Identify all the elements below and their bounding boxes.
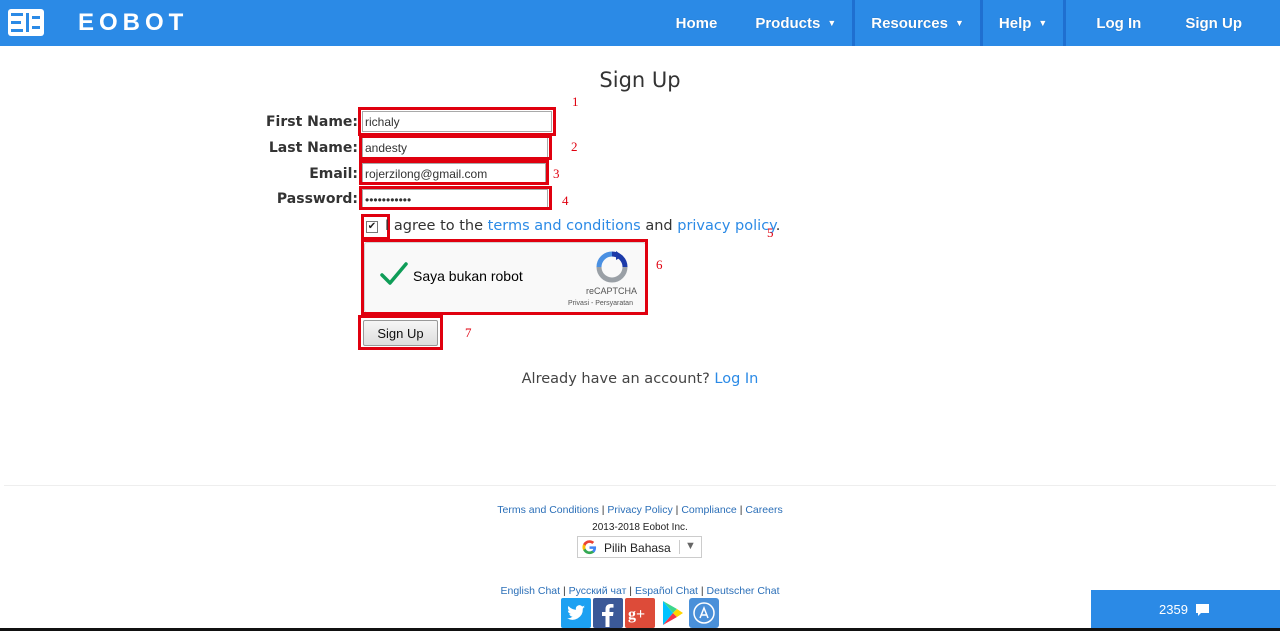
nav-home[interactable]: Home	[660, 0, 740, 46]
google-icon	[582, 540, 597, 555]
annotation-number-7: 7	[465, 325, 472, 340]
recaptcha-brand: reCAPTCHA	[586, 286, 638, 296]
caret-down-icon: ▼	[1038, 18, 1048, 28]
nav-signup-label: Sign Up	[1185, 14, 1242, 32]
nav-help[interactable]: Help ▼	[983, 0, 1063, 46]
nav-home-label: Home	[675, 14, 718, 32]
footer-links: Terms and Conditions | Privacy Policy | …	[497, 504, 783, 516]
nav-resources[interactable]: Resources ▼	[855, 0, 980, 46]
russian-chat-link[interactable]: Русский чат	[569, 585, 627, 597]
signup-submit-button[interactable]: Sign Up	[363, 320, 438, 346]
annotation-number-5: 5	[767, 225, 774, 240]
annotation-number-6: 6	[656, 257, 663, 272]
footer-divider	[4, 485, 1276, 486]
caret-down-icon: ▼	[827, 18, 837, 28]
agree-prefix: I agree to the	[385, 218, 484, 234]
login-link[interactable]: Log In	[714, 371, 758, 387]
footer-compliance-link[interactable]: Compliance	[681, 504, 736, 516]
password-label: Password:	[276, 191, 358, 207]
language-separator	[679, 540, 680, 554]
privacy-link[interactable]: privacy policy	[677, 218, 775, 234]
checkmark-icon	[380, 262, 408, 285]
nav-signup[interactable]: Sign Up	[1161, 0, 1280, 46]
twitter-icon[interactable]	[561, 598, 591, 628]
recaptcha-logo-icon	[596, 251, 628, 283]
nav-login[interactable]: Log In	[1066, 0, 1161, 46]
dropdown-arrow-icon: ▼	[685, 540, 696, 552]
recaptcha-label: Saya bukan robot	[413, 268, 523, 284]
app-store-icon[interactable]	[689, 598, 719, 628]
nav-products[interactable]: Products ▼	[739, 0, 852, 46]
recaptcha-links[interactable]: Privasi - Persyaratan	[568, 300, 633, 307]
agree-text: I agree to the terms and conditions and …	[385, 218, 780, 234]
english-chat-link[interactable]: English Chat	[501, 585, 561, 597]
first-name-label: First Name:	[265, 114, 358, 130]
agree-suffix: .	[775, 218, 781, 234]
svg-text:g+: g+	[628, 606, 645, 623]
copyright: 2013-2018 Eobot Inc.	[592, 522, 688, 533]
annotation-number-3: 3	[553, 166, 560, 181]
footer-privacy-link[interactable]: Privacy Policy	[607, 504, 672, 516]
nav-help-label: Help	[998, 14, 1032, 32]
already-account-prefix: Already have an account?	[521, 371, 710, 387]
chat-widget[interactable]: 2359	[1091, 590, 1280, 628]
email-label: Email:	[309, 166, 358, 182]
already-account-text: Already have an account? Log In	[0, 371, 1280, 387]
facebook-icon[interactable]	[593, 598, 623, 628]
annotation-number-1: 1	[572, 94, 579, 109]
google-play-icon[interactable]	[657, 598, 687, 628]
password-input[interactable]	[362, 189, 548, 210]
google-plus-icon[interactable]: g+	[625, 598, 655, 628]
language-select[interactable]: Pilih Bahasa ▼	[577, 536, 702, 558]
brand-name[interactable]: EOBOT	[78, 9, 188, 37]
footer-careers-link[interactable]: Careers	[745, 504, 782, 516]
chat-links: English Chat | Русский чат | Español Cha…	[500, 585, 780, 597]
page-title: Sign Up	[599, 68, 681, 92]
recaptcha-widget[interactable]: Saya bukan robot reCAPTCHA Privasi - Per…	[364, 242, 646, 313]
nav-login-label: Log In	[1096, 14, 1142, 32]
chat-count: 2359	[1159, 602, 1188, 617]
chat-bubble-icon	[1196, 604, 1209, 616]
agree-checkbox[interactable]: ✔	[366, 221, 378, 233]
annotation-number-4: 4	[562, 193, 569, 208]
terms-link[interactable]: terms and conditions	[488, 218, 641, 234]
social-icons: g+	[561, 598, 719, 628]
nav-resources-label: Resources	[871, 14, 948, 32]
eobot-logo-icon[interactable]	[8, 9, 44, 36]
annotation-number-2: 2	[571, 139, 578, 154]
top-navbar: EOBOT Home Products ▼ Resources ▼ Help ▼ Lo…	[0, 0, 1280, 46]
last-name-input[interactable]	[362, 137, 548, 158]
main-nav: Home Products ▼ Resources ▼ Help ▼ Log In S…	[660, 0, 1280, 46]
footer-terms-link[interactable]: Terms and Conditions	[497, 504, 599, 516]
email-input[interactable]	[362, 163, 546, 184]
first-name-input[interactable]	[362, 111, 552, 132]
nav-products-label: Products	[755, 14, 821, 32]
agree-mid: and	[645, 218, 673, 234]
last-name-label: Last Name:	[268, 140, 358, 156]
spanish-chat-link[interactable]: Español Chat	[635, 585, 698, 597]
caret-down-icon: ▼	[954, 18, 964, 28]
german-chat-link[interactable]: Deutscher Chat	[707, 585, 780, 597]
language-label: Pilih Bahasa	[604, 541, 671, 555]
